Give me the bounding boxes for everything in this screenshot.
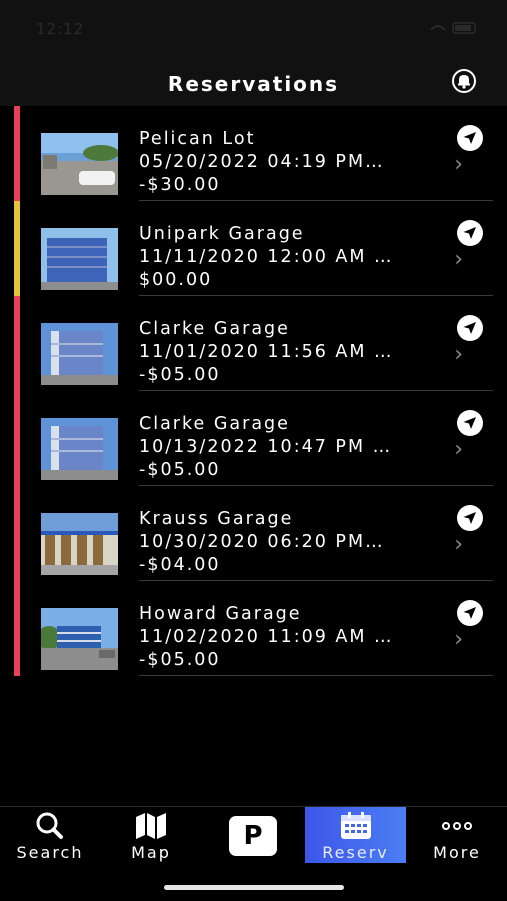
parking-photo <box>41 513 118 575</box>
tab-reservations[interactable]: Reserv <box>305 807 406 863</box>
tab-search[interactable]: Search <box>0 807 100 863</box>
chevron-right-icon[interactable]: › <box>454 532 463 557</box>
reservation-row[interactable]: Clarke Garage 11/01/2020 11:56 AM … -$05… <box>0 296 507 391</box>
chevron-right-icon[interactable]: › <box>454 437 463 462</box>
home-indicator <box>164 885 344 890</box>
navigate-arrow-icon[interactable] <box>456 599 484 627</box>
reservation-row[interactable]: Krauss Garage 10/30/2020 06:20 PM… -$04.… <box>0 486 507 581</box>
parking-photo <box>41 133 118 195</box>
parking-photo <box>41 228 118 290</box>
search-icon <box>36 812 63 839</box>
page-title: Reservations <box>167 72 340 96</box>
reservation-datetime: 11/02/2020 11:09 AM … <box>139 627 394 647</box>
reservation-datetime: 11/01/2020 11:56 AM … <box>139 342 394 362</box>
status-bar-indicator <box>14 106 20 201</box>
more-dots-icon <box>442 822 472 830</box>
status-bar-indicator <box>14 296 20 391</box>
chevron-right-icon[interactable]: › <box>454 247 463 272</box>
navigate-arrow-icon[interactable] <box>456 409 484 437</box>
calendar-icon <box>340 812 371 839</box>
reservation-amount: -$05.00 <box>139 460 221 480</box>
chevron-right-icon[interactable]: › <box>454 627 463 652</box>
row-divider <box>139 675 493 676</box>
parking-photo <box>41 323 118 385</box>
tab-map[interactable]: Map <box>101 807 201 863</box>
system-icons <box>430 22 476 34</box>
lot-name: Krauss Garage <box>139 509 294 529</box>
reservation-amount: -$30.00 <box>139 175 221 195</box>
status-bar-indicator <box>14 581 20 676</box>
reservation-amount: $00.00 <box>139 270 213 290</box>
reservation-datetime: 10/30/2020 06:20 PM… <box>139 532 385 552</box>
parking-photo <box>41 418 118 480</box>
reservation-row[interactable]: Howard Garage 11/02/2020 11:09 AM … -$05… <box>0 581 507 676</box>
tab-label: Map <box>131 843 171 862</box>
lot-name: Pelican Lot <box>139 129 256 149</box>
reservation-amount: -$05.00 <box>139 650 221 670</box>
reservation-row[interactable]: Unipark Garage 11/11/2020 12:00 AM … $00… <box>0 201 507 296</box>
reservation-text: Howard Garage 11/02/2020 11:09 AM … -$05… <box>139 603 439 672</box>
status-bar-indicator <box>14 201 20 296</box>
chevron-right-icon[interactable]: › <box>454 342 463 367</box>
tab-label: Search <box>16 843 84 862</box>
tab-label: Reserv <box>322 843 389 862</box>
reservation-amount: -$05.00 <box>139 365 221 385</box>
reservation-list: Pelican Lot 05/20/2022 04:19 PM… -$30.00… <box>0 106 507 676</box>
reservation-text: Clarke Garage 10/13/2022 10:47 PM … -$05… <box>139 413 439 482</box>
lot-name: Unipark Garage <box>139 224 305 244</box>
status-time: 12:12 <box>36 20 85 38</box>
reservation-text: Pelican Lot 05/20/2022 04:19 PM… -$30.00 <box>139 128 439 197</box>
chevron-right-icon[interactable]: › <box>454 152 463 177</box>
status-bar-indicator <box>14 486 20 581</box>
navigate-arrow-icon[interactable] <box>456 219 484 247</box>
reservation-datetime: 11/11/2020 12:00 AM … <box>139 247 394 267</box>
parking-photo <box>41 608 118 670</box>
reservation-amount: -$04.00 <box>139 555 221 575</box>
lot-name: Clarke Garage <box>139 319 290 339</box>
navigate-arrow-icon[interactable] <box>456 504 484 532</box>
park-label: P <box>243 821 263 851</box>
lot-name: Clarke Garage <box>139 414 290 434</box>
app-header: Reservations <box>0 62 507 106</box>
reservation-row[interactable]: Pelican Lot 05/20/2022 04:19 PM… -$30.00… <box>0 106 507 201</box>
lot-name: Howard Garage <box>139 604 302 624</box>
status-bar-indicator <box>14 391 20 486</box>
reservation-datetime: 10/13/2022 10:47 PM … <box>139 437 393 457</box>
reservation-row[interactable]: Clarke Garage 10/13/2022 10:47 PM … -$05… <box>0 391 507 486</box>
bell-icon[interactable] <box>451 68 477 94</box>
map-icon <box>136 813 166 839</box>
tab-more[interactable]: More <box>407 807 507 863</box>
reservation-text: Krauss Garage 10/30/2020 06:20 PM… -$04.… <box>139 508 439 577</box>
reservation-datetime: 05/20/2022 04:19 PM… <box>139 152 385 172</box>
reservation-text: Unipark Garage 11/11/2020 12:00 AM … $00… <box>139 223 439 292</box>
navigate-arrow-icon[interactable] <box>456 314 484 342</box>
tab-park[interactable]: P <box>203 807 303 863</box>
reservation-text: Clarke Garage 11/01/2020 11:56 AM … -$05… <box>139 318 439 387</box>
navigate-arrow-icon[interactable] <box>456 124 484 152</box>
tab-label: More <box>433 843 481 862</box>
status-bar: 12:12 <box>0 0 507 62</box>
